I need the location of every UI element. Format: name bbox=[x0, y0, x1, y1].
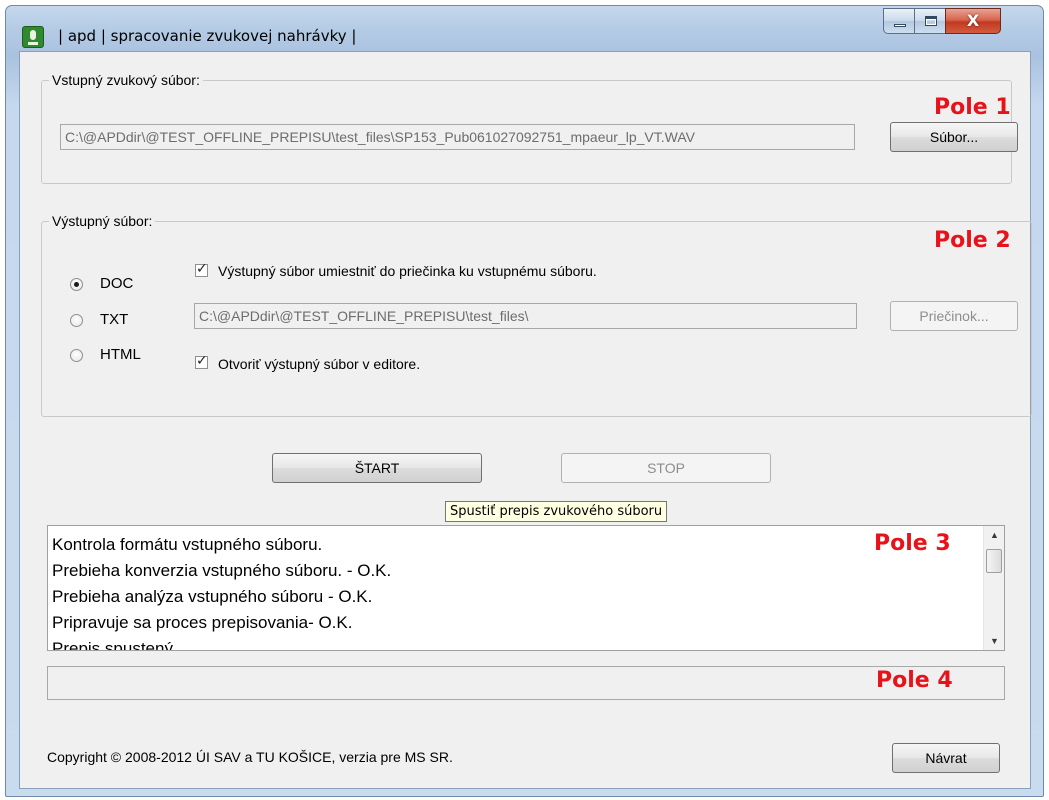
scroll-up-icon[interactable]: ▲ bbox=[984, 526, 1004, 544]
dialog-client-area: Vstupný zvukový súbor: Pole 1 C:\@APDdir… bbox=[19, 51, 1032, 789]
log-scrollbar[interactable]: ▲ ▼ bbox=[983, 526, 1004, 650]
format-txt-radio[interactable] bbox=[70, 314, 83, 327]
close-button[interactable]: X bbox=[945, 8, 1001, 34]
format-doc-radio[interactable] bbox=[70, 278, 83, 291]
open-in-editor-checkbox[interactable]: ✓ bbox=[195, 353, 208, 369]
stop-button[interactable]: STOP bbox=[561, 453, 771, 483]
progress-log[interactable]: Kontrola formátu vstupného súboru. Prebi… bbox=[47, 525, 1005, 651]
maximize-icon bbox=[925, 16, 937, 26]
app-window: | apd | spracovanie zvukovej nahrávky | … bbox=[5, 5, 1044, 797]
same-folder-label[interactable]: Výstupný súbor umiestniť do priečinka ku… bbox=[218, 263, 597, 279]
maximize-button[interactable] bbox=[914, 8, 946, 34]
input-file-legend: Vstupný zvukový súbor: bbox=[49, 72, 203, 88]
input-file-path-field[interactable]: C:\@APDdir\@TEST_OFFLINE_PREPISU\test_fi… bbox=[60, 124, 855, 150]
start-tooltip: Spustiť prepis zvukového súboru bbox=[445, 501, 668, 522]
copyright-text: Copyright © 2008-2012 ÚI SAV a TU KOŠICE… bbox=[47, 749, 453, 765]
pole-3-annotation: Pole 3 bbox=[874, 531, 951, 556]
output-folder-field[interactable]: C:\@APDdir\@TEST_OFFLINE_PREPISU\test_fi… bbox=[194, 303, 857, 329]
close-icon: X bbox=[966, 11, 980, 30]
log-line: Prepis spustený bbox=[52, 639, 173, 651]
output-file-legend: Výstupný súbor: bbox=[49, 213, 156, 229]
log-line: Kontrola formátu vstupného súboru. bbox=[52, 535, 323, 554]
same-folder-checkbox[interactable]: ✓ bbox=[195, 261, 208, 277]
format-html-label[interactable]: HTML bbox=[100, 346, 141, 363]
format-doc-label[interactable]: DOC bbox=[100, 275, 133, 292]
minimize-icon bbox=[894, 24, 906, 27]
log-line: Pripravuje sa proces prepisovania- O.K. bbox=[52, 613, 353, 632]
scroll-down-icon[interactable]: ▼ bbox=[984, 632, 1004, 650]
pole-2-annotation: Pole 2 bbox=[934, 228, 1011, 253]
log-line: Prebieha konverzia vstupného súboru. - O… bbox=[52, 561, 392, 580]
log-line: Prebieha analýza vstupného súboru - O.K. bbox=[52, 587, 373, 606]
format-txt-label[interactable]: TXT bbox=[100, 311, 128, 328]
browse-folder-button[interactable]: Priečinok... bbox=[890, 301, 1018, 331]
format-html-radio[interactable] bbox=[70, 349, 83, 362]
window-title: | apd | spracovanie zvukovej nahrávky | bbox=[58, 27, 357, 45]
status-bar bbox=[47, 666, 1005, 700]
microphone-app-icon bbox=[22, 26, 44, 48]
scroll-thumb[interactable] bbox=[986, 549, 1002, 573]
browse-file-button[interactable]: Súbor... bbox=[890, 122, 1018, 152]
back-button[interactable]: Návrat bbox=[892, 743, 1000, 773]
pole-1-annotation: Pole 1 bbox=[934, 95, 1011, 120]
start-button[interactable]: ŠTART bbox=[272, 453, 482, 483]
minimize-button[interactable] bbox=[883, 8, 915, 34]
open-in-editor-label[interactable]: Otvoriť výstupný súbor v editore. bbox=[218, 356, 420, 372]
pole-4-annotation: Pole 4 bbox=[876, 668, 953, 693]
